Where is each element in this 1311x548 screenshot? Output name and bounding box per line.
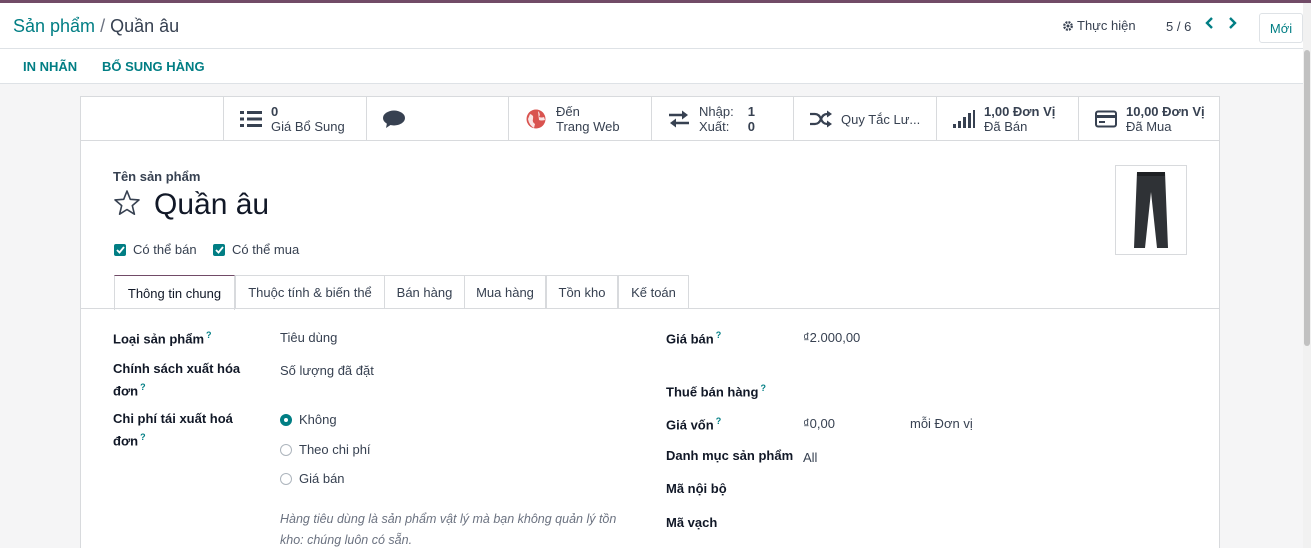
- replenish-button[interactable]: BỔ SUNG HÀNG: [102, 59, 205, 74]
- print-labels-button[interactable]: IN NHÃN: [23, 59, 77, 74]
- can-be-sold-checkbox[interactable]: Có thể bán: [114, 242, 197, 257]
- reinvoice-option-label: Theo chi phí: [299, 442, 371, 457]
- outgoing-value: 0: [747, 119, 755, 134]
- extra-prices-button[interactable]: 0 Giá Bổ Sung: [223, 97, 366, 141]
- reinvoice-option-no[interactable]: Không: [280, 412, 337, 427]
- tab-inventory[interactable]: Tồn kho: [546, 275, 618, 309]
- list-icon: [240, 108, 262, 130]
- purchased-quantity-value: 10,00 Đơn Vị: [1126, 104, 1205, 119]
- breadcrumb-current: Quần âu: [110, 16, 180, 36]
- trousers-image: [1134, 172, 1168, 248]
- sold-quantity-value: 1,00 Đơn Vị: [984, 104, 1056, 119]
- outgoing-label: Xuất:: [699, 119, 730, 134]
- can-be-sold-label: Có thể bán: [133, 242, 197, 257]
- form-sheet: 0 Giá Bổ Sung Đến Trang Web Nhập: 1 Xuất: 0: [80, 96, 1220, 548]
- breadcrumb: Sản phẩm / Quần âu: [13, 16, 179, 37]
- tab-accounting[interactable]: Kế toán: [618, 275, 689, 309]
- cost-field[interactable]: ₫0,00: [803, 416, 835, 431]
- comment-icon: [383, 108, 405, 130]
- sold-quantity-button[interactable]: 1,00 Đơn Vị Đã Bán: [936, 97, 1079, 141]
- tab-general-information[interactable]: Thông tin chung: [114, 275, 235, 310]
- tab-purchase[interactable]: Mua hàng: [464, 275, 546, 309]
- signal-bars-icon: [953, 108, 975, 130]
- tab-attributes-variants[interactable]: Thuộc tính & biến thể: [235, 275, 385, 309]
- help-tooltip-icon[interactable]: ?: [716, 416, 722, 426]
- product-type-field[interactable]: Tiêu dùng: [280, 330, 337, 345]
- incoming-label: Nhập:: [699, 104, 734, 119]
- tab-sales[interactable]: Bán hàng: [384, 275, 465, 309]
- reinvoice-option-label: Giá bán: [299, 471, 345, 486]
- smart-button-box: 0 Giá Bổ Sung Đến Trang Web Nhập: 1 Xuất: 0: [81, 97, 1219, 141]
- tabs-divider: [81, 308, 1219, 309]
- invoice-policy-label: Chính sách xuất hóa đơn?: [113, 361, 241, 399]
- website-comments-button[interactable]: [366, 97, 509, 141]
- reinvoice-expenses-label: Chi phí tái xuất hoá đơn?: [113, 411, 233, 449]
- reinvoice-option-cost[interactable]: Theo chi phí: [280, 442, 371, 457]
- pager-value[interactable]: 5 / 6: [1166, 19, 1191, 34]
- help-tooltip-icon[interactable]: ?: [716, 330, 722, 340]
- breadcrumb-products-link[interactable]: Sản phẩm: [13, 16, 95, 36]
- product-name[interactable]: Quần âu: [154, 188, 269, 222]
- checkmark-icon: [213, 243, 225, 256]
- action-menu-label: Thực hiện: [1077, 18, 1136, 33]
- favorite-star-icon[interactable]: [113, 189, 141, 217]
- product-type-label: Loại sản phẩm?: [113, 330, 212, 347]
- product-category-label: Danh mục sản phẩm: [666, 448, 794, 463]
- extra-prices-label: Giá Bổ Sung: [271, 119, 345, 134]
- sales-price-field[interactable]: ₫2.000,00: [803, 330, 860, 345]
- reinvoice-option-label: Không: [299, 412, 337, 427]
- website-line2: Trang Web: [556, 119, 620, 134]
- purchased-quantity-label: Đã Mua: [1126, 119, 1172, 134]
- cost-label: Giá vốn?: [666, 416, 722, 433]
- product-image[interactable]: [1115, 165, 1187, 255]
- incoming-value: 1: [747, 104, 755, 119]
- radio-selected-icon: [280, 413, 292, 426]
- credit-card-icon: [1095, 108, 1117, 130]
- scrollbar-thumb[interactable]: [1304, 50, 1310, 346]
- new-record-button[interactable]: Mới: [1259, 13, 1303, 43]
- barcode-label: Mã vạch: [666, 515, 718, 530]
- routing-rules-label: Quy Tắc Lư...: [841, 111, 921, 127]
- internal-reference-label: Mã nội bộ: [666, 481, 727, 496]
- radio-unselected-icon: [280, 443, 292, 456]
- website-line1: Đến: [556, 104, 580, 119]
- can-be-purchased-label: Có thể mua: [232, 242, 300, 257]
- sold-quantity-label: Đã Bán: [984, 119, 1028, 134]
- purchased-quantity-button[interactable]: 10,00 Đơn Vị Đã Mua: [1078, 97, 1219, 141]
- extra-prices-count: 0: [271, 104, 279, 119]
- globe-icon: [525, 108, 547, 130]
- sales-price-label: Giá bán?: [666, 330, 722, 347]
- help-tooltip-icon[interactable]: ?: [760, 383, 766, 393]
- chevron-right-icon: [1229, 17, 1237, 29]
- in-out-button[interactable]: Nhập: 1 Xuất: 0: [651, 97, 794, 141]
- go-to-website-button[interactable]: Đến Trang Web: [508, 97, 651, 141]
- product-category-field[interactable]: All: [803, 450, 817, 465]
- reinvoice-option-sales-price[interactable]: Giá bán: [280, 471, 345, 486]
- help-tooltip-icon[interactable]: ?: [140, 432, 146, 442]
- shuffle-icon: [810, 108, 832, 130]
- radio-unselected-icon: [280, 472, 292, 485]
- form-statusbar: IN NHÃN BỔ SUNG HÀNG: [0, 49, 1303, 84]
- cost-unit: mỗi Đơn vị: [910, 416, 973, 431]
- checkmark-icon: [114, 243, 126, 256]
- exchange-icon: [668, 108, 690, 130]
- product-name-label: Tên sản phẩm: [113, 169, 201, 184]
- can-be-purchased-checkbox[interactable]: Có thể mua: [213, 242, 299, 257]
- help-tooltip-icon[interactable]: ?: [206, 330, 212, 340]
- invoice-policy-field[interactable]: Số lượng đã đặt: [280, 363, 374, 378]
- sales-tax-label: Thuế bán hàng?: [666, 383, 766, 400]
- help-tooltip-icon[interactable]: ?: [140, 382, 146, 392]
- chevron-left-icon: [1205, 17, 1213, 29]
- routing-rules-button[interactable]: Quy Tắc Lư...: [793, 97, 936, 141]
- control-panel: Sản phẩm / Quần âu Thực hiện 5 / 6 Mới: [0, 3, 1303, 49]
- pager-next-button[interactable]: [1227, 16, 1237, 35]
- pager-previous-button[interactable]: [1205, 16, 1215, 35]
- gear-icon: [1063, 20, 1073, 31]
- action-menu-button[interactable]: Thực hiện: [1062, 18, 1136, 33]
- product-type-hint: Hàng tiêu dùng là sản phẩm vật lý mà bạn…: [280, 512, 617, 547]
- breadcrumb-separator: /: [100, 16, 106, 36]
